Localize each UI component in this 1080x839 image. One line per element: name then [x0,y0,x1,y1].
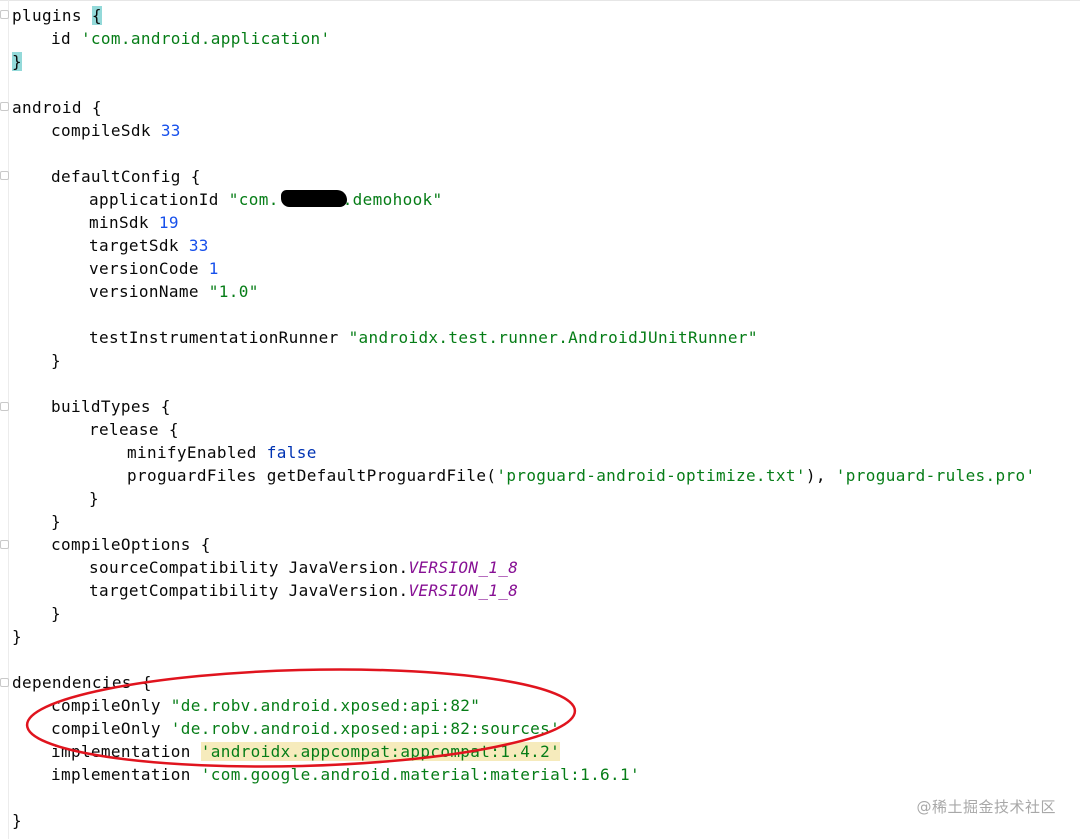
code-line: compileOnly 'de.robv.android.xposed:api:… [51,719,561,738]
code-line: buildTypes { [51,397,171,416]
code-line: minifyEnabled false [127,443,317,462]
gutter-guide [8,0,9,839]
code-line: versionName "1.0" [89,282,259,301]
code-line: sourceCompatibility JavaVersion.VERSION_… [89,558,519,577]
code-line: release { [89,420,179,439]
code-line: android { [12,98,102,117]
code-line: plugins { [12,6,102,25]
code-line: compileOnly "de.robv.android.xposed:api:… [51,696,481,715]
editor-top-border [0,0,1080,1]
code-line: proguardFiles getDefaultProguardFile('pr… [127,466,1036,485]
code-line: targetSdk 33 [89,236,209,255]
code-line: compileSdk 33 [51,121,181,140]
code-line: minSdk 19 [89,213,179,232]
fold-marker-icon[interactable] [0,678,9,687]
code-line: compileOptions { [51,535,211,554]
code-line: implementation 'com.google.android.mater… [51,765,640,784]
code-line: versionCode 1 [89,259,219,278]
redaction-mark [280,190,347,207]
code-line: } [12,811,22,830]
code-line: applicationId "com. .demohook" [89,190,443,209]
code-line: } [51,351,61,370]
code-line: } [12,627,22,646]
watermark: @稀土掘金技术社区 [916,798,1056,816]
code-line: targetCompatibility JavaVersion.VERSION_… [89,581,519,600]
fold-marker-icon[interactable] [0,540,9,549]
code-line: id 'com.android.application' [51,29,331,48]
code-line: testInstrumentationRunner "androidx.test… [89,328,758,347]
fold-marker-icon[interactable] [0,171,9,180]
code-line: implementation 'androidx.appcompat:appco… [51,742,561,761]
code-line: } [12,52,22,71]
fold-marker-icon[interactable] [0,102,9,111]
code-line: defaultConfig { [51,167,201,186]
code-line: } [51,604,61,623]
code-line: dependencies { [12,673,152,692]
code-line: } [51,512,61,531]
fold-marker-icon[interactable] [0,402,9,411]
fold-marker-icon[interactable] [0,10,9,19]
code-line: } [89,489,99,508]
code-editor[interactable]: plugins { id 'com.android.application' }… [0,0,1080,839]
